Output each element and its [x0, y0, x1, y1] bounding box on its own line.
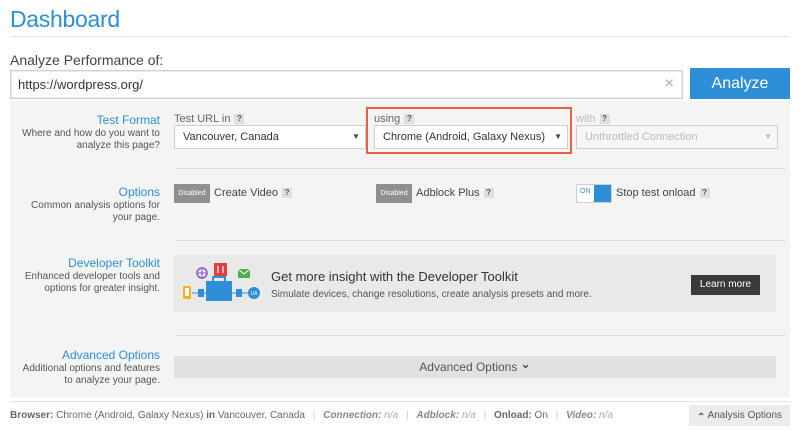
create-video-toggle[interactable]: Disabled [174, 184, 210, 203]
adblock-toggle[interactable]: Disabled [376, 184, 412, 203]
analyze-label: Analyze Performance of: [10, 52, 164, 68]
section-desc-test-format-2: analyze this page? [76, 140, 160, 151]
advanced-options-toggle[interactable]: Advanced Options ⌄ [174, 356, 776, 378]
connection-label: with? [576, 113, 610, 125]
browser-highlight-box [366, 107, 572, 154]
stop-onload-label: Stop test onload? [616, 187, 710, 199]
footer-browser-key: Browser: [10, 410, 54, 421]
url-input[interactable] [18, 77, 648, 92]
footer-video-val: n/a [599, 410, 613, 421]
connection-value: Unthrottled Connection [585, 131, 698, 143]
developer-toolkit-promo: UA Get more insight with the Developer T… [174, 255, 776, 312]
footer-connection-val: n/a [384, 410, 399, 421]
footer-separator: | [555, 410, 559, 421]
section-divider [176, 240, 786, 241]
toggle-knob [594, 185, 611, 202]
help-icon[interactable]: ? [483, 188, 494, 199]
footer-connection-key: Connection: [323, 410, 382, 421]
adblock-text: Adblock Plus [416, 187, 480, 199]
footer-separator: | [405, 410, 409, 421]
section-desc-options-2: your page. [112, 212, 160, 223]
help-icon[interactable]: ? [282, 188, 293, 199]
help-icon[interactable]: ? [699, 188, 710, 199]
location-label: Test URL in? [174, 113, 245, 125]
analysis-options-button[interactable]: ⌃ Analysis Options [689, 405, 790, 426]
footer-browser-val: Chrome (Android, Galaxy Nexus) [56, 410, 204, 421]
footer-onload-val: On [534, 410, 548, 421]
section-desc-advanced-2: to analyze your page. [64, 375, 160, 386]
footer-adblock-val: n/a [461, 410, 476, 421]
toolkit-illustration-icon: UA [183, 263, 260, 301]
section-title-advanced: Advanced Options [61, 348, 160, 362]
header-divider [10, 36, 790, 37]
clear-icon[interactable]: × [665, 75, 674, 93]
footer-divider [10, 401, 790, 402]
section-desc-test-format-1: Where and how do you want to [22, 128, 160, 139]
adblock-label: Adblock Plus? [416, 187, 494, 199]
footer-video-key: Video: [566, 410, 597, 421]
section-divider [176, 168, 786, 169]
caret-down-icon: ▼ [352, 132, 360, 141]
connection-label-text: with [576, 113, 596, 125]
analyze-button[interactable]: Analyze [690, 68, 790, 99]
footer-location-val: Vancouver, Canada [217, 410, 305, 421]
caret-down-icon: ▼ [764, 132, 772, 141]
create-video-text: Create Video [214, 187, 279, 199]
location-value: Vancouver, Canada [183, 131, 279, 143]
footer-onload-key: Onload: [493, 410, 532, 421]
section-desc-toolkit-2: options for greater insight. [44, 283, 160, 294]
url-field[interactable]: × [10, 70, 683, 99]
learn-more-button[interactable]: Learn more [691, 275, 760, 295]
section-title-developer-toolkit: Developer Toolkit [68, 256, 160, 270]
stop-onload-text: Stop test onload [616, 187, 696, 199]
stop-onload-state: ON [580, 188, 591, 195]
chevron-down-icon: ⌄ [520, 357, 531, 371]
toolkit-promo-title: Get more insight with the Developer Tool… [271, 269, 518, 284]
section-divider [176, 335, 786, 336]
page-title: Dashboard [10, 6, 120, 32]
analysis-options-label: Analysis Options [707, 410, 783, 421]
footer-adblock-key: Adblock: [416, 410, 460, 421]
advanced-options-label: Advanced Options [419, 360, 518, 374]
section-desc-toolkit-1: Enhanced developer tools and [24, 271, 160, 282]
location-label-text: Test URL in [174, 113, 231, 125]
svg-text:UA: UA [251, 291, 259, 297]
connection-select: Unthrottled Connection ▼ [576, 125, 778, 149]
section-desc-advanced-1: Additional options and features [22, 363, 160, 374]
chevron-up-icon: ⌃ [696, 412, 706, 423]
toolkit-promo-desc: Simulate devices, change resolutions, cr… [271, 289, 592, 300]
status-summary: Browser: Chrome (Android, Galaxy Nexus) … [10, 410, 613, 421]
help-icon[interactable]: ? [599, 114, 610, 125]
help-icon[interactable]: ? [234, 114, 245, 125]
section-title-options: Options [118, 185, 160, 199]
section-desc-options-1: Common analysis options for [31, 200, 160, 211]
footer-separator: | [483, 410, 487, 421]
create-video-label: Create Video? [214, 187, 293, 199]
footer-in-word: in [206, 410, 216, 421]
location-select[interactable]: Vancouver, Canada ▼ [174, 125, 366, 149]
stop-onload-toggle[interactable]: ON [576, 184, 612, 203]
section-title-test-format: Test Format [96, 113, 160, 127]
footer-separator: | [312, 410, 316, 421]
